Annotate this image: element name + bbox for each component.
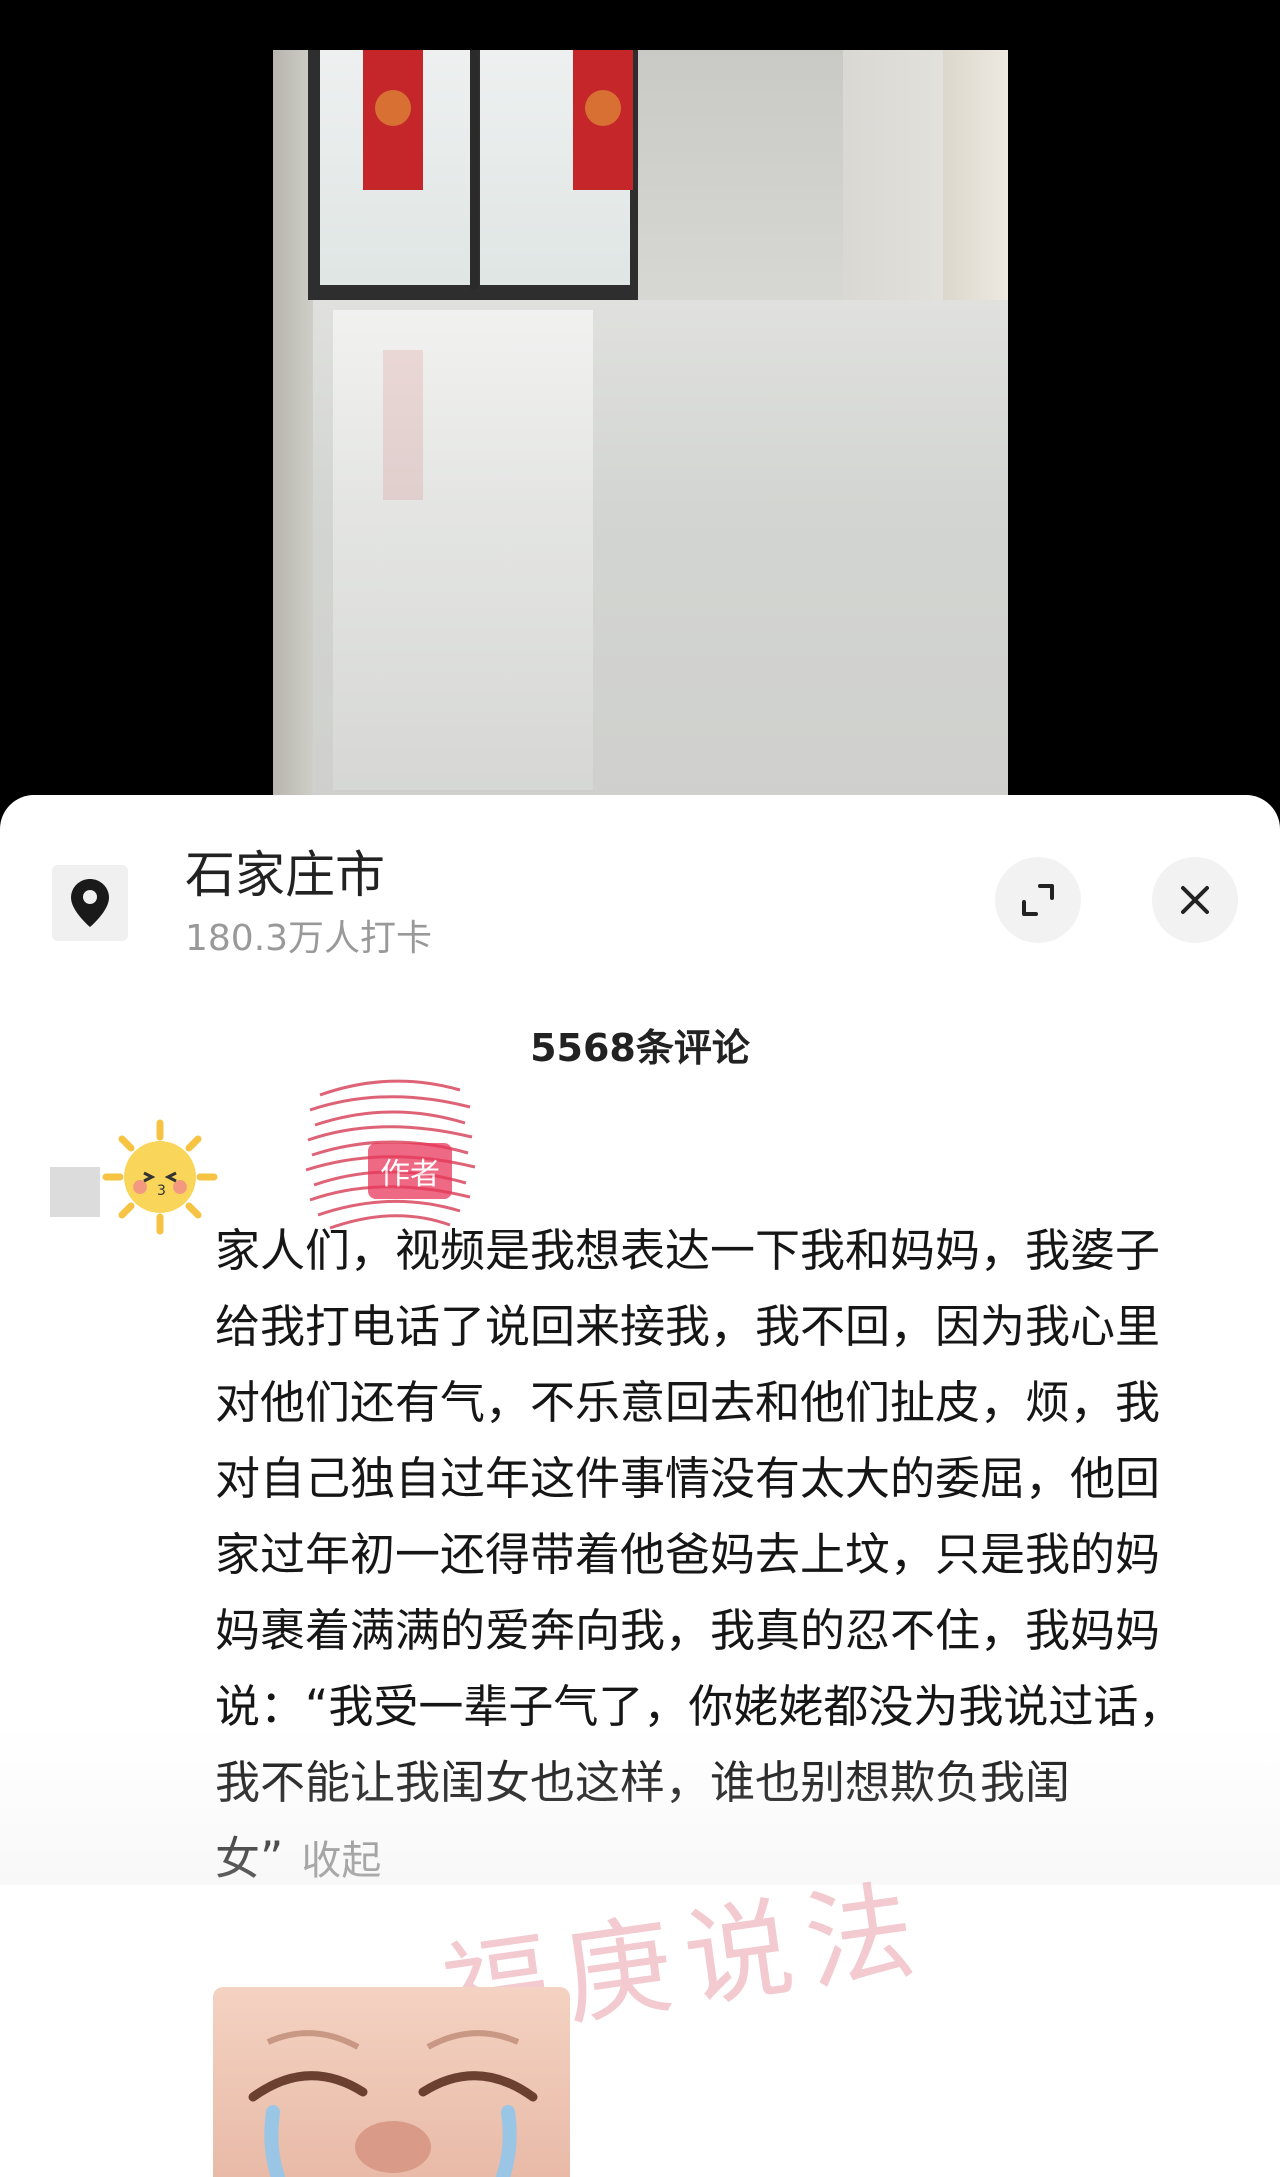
svg-text:3: 3 xyxy=(157,1183,166,1199)
avatar[interactable]: 3 xyxy=(50,1117,218,1237)
expand-icon xyxy=(1022,884,1054,916)
video-wall-left xyxy=(273,50,313,820)
video-player[interactable] xyxy=(0,0,1280,820)
location-pin-icon[interactable] xyxy=(52,865,128,941)
comment-sheet: 石家庄市 180.3万人打卡 5568条评论 3 作者 家人们，视频是我想表达一… xyxy=(0,795,1280,2177)
checkin-count: 180.3万人打卡 xyxy=(185,918,433,959)
video-door xyxy=(308,50,638,300)
couplet-left xyxy=(363,50,423,190)
close-button[interactable] xyxy=(1152,857,1238,943)
sun-sticker-icon: 3 xyxy=(102,1119,218,1235)
video-frame xyxy=(273,50,1008,820)
crying-sticker-image[interactable] xyxy=(213,1987,570,2177)
author-badge: 作者 xyxy=(368,1143,452,1199)
couplet-right xyxy=(573,50,633,190)
comment-count-title: 5568条评论 xyxy=(530,1026,750,1070)
close-icon xyxy=(1181,886,1209,914)
location-title[interactable]: 石家庄市 xyxy=(185,845,385,905)
expand-button[interactable] xyxy=(995,857,1081,943)
floor-reflection xyxy=(333,310,593,790)
